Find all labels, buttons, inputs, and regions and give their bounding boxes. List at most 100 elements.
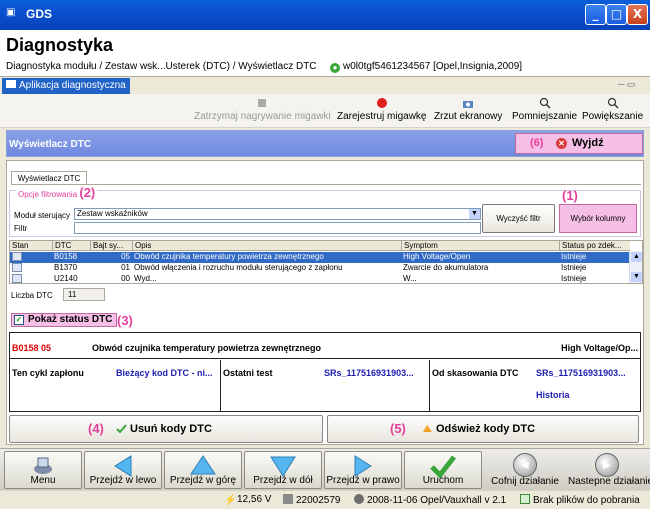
move-down-label: Przejdź w dół [253, 475, 313, 486]
dtc-count-value: 11 [63, 288, 105, 301]
module-select[interactable]: Zestaw wskaźników ▼ [74, 208, 481, 220]
row-dtc: B0158 [54, 252, 78, 261]
detail-symptom: High Voltage/Op... [561, 343, 638, 353]
app-tab-bar: Aplikacja diagnostyczna ─ ▭ [0, 76, 650, 94]
detail-description: Obwód czujnika temperatury powietrza zew… [92, 343, 322, 353]
row-status: Istnieje [561, 263, 587, 272]
minimize-button[interactable]: _ [585, 4, 606, 25]
dtc-count-label: Liczba DTC [11, 291, 53, 300]
move-right-button[interactable]: Przejdź w prawo [324, 451, 402, 489]
column-header-status[interactable]: Stan [12, 241, 28, 250]
scroll-up-icon[interactable]: ▲ [631, 252, 642, 262]
columns-callout-number: (1) [562, 188, 578, 203]
stop-recording-button[interactable]: Zatrzymaj nagrywanie migawki [194, 97, 331, 122]
close-button[interactable]: X [627, 4, 648, 25]
zoom-in-icon [607, 97, 619, 109]
row-symptom: W... [403, 274, 417, 283]
move-left-button[interactable]: Przejdź w lewo [84, 451, 162, 489]
vehicle-info: ● w0l0tgf5461234567 [Opel,Insignia,2009] [330, 61, 522, 73]
column-header-symptom[interactable]: Symptom [401, 241, 438, 250]
stop-recording-label: Zatrzymaj nagrywanie migawki [194, 111, 331, 122]
tab-diagnostic-app[interactable]: Aplikacja diagnostyczna [2, 78, 130, 94]
module-select-value: Zestaw wskaźników [77, 209, 148, 218]
menu-icon [34, 457, 52, 474]
column-header-description[interactable]: Opis [132, 241, 151, 250]
refresh-dtc-button[interactable]: (5) Odśwież kody DTC [327, 415, 639, 443]
maximize-button[interactable]: □ [606, 4, 627, 25]
disc-icon [354, 494, 364, 504]
row-dtc: U2140 [54, 274, 78, 283]
next-action-label: Nastepne działanie [568, 476, 650, 487]
vehicle-status-icon: ● [330, 63, 340, 73]
forward-icon: ▶ [595, 453, 619, 477]
dtc-panel: Wyświetlacz DTC Opcje filtrowania (2) Mo… [6, 160, 644, 445]
row-status-icon [12, 252, 22, 263]
tab-divider [11, 184, 641, 185]
refresh-dtc-label: Odśwież kody DTC [436, 423, 536, 435]
column-header-cleared-status[interactable]: Status po zdek... [559, 241, 630, 250]
last-test-value: SRs_117516931903... [324, 368, 414, 378]
table-header: Stan DTC Bajt sy... Opis Symptom Status … [10, 241, 630, 251]
row-byte: 01 [121, 263, 130, 272]
dtc-detail-panel: B0158 05 Obwód czujnika temperatury powi… [9, 332, 641, 412]
undo-button[interactable]: ◀ Cofnij działanie [490, 451, 560, 489]
zoom-out-button[interactable]: Pomniejszanie [512, 97, 577, 122]
tab-dtc-display[interactable]: Wyświetlacz DTC [11, 171, 87, 185]
filter-input[interactable] [74, 222, 481, 234]
since-clear-label: Od skasowania DTC [432, 368, 519, 378]
filter-legend: Opcje filtrowania (2) [16, 185, 98, 200]
select-columns-button[interactable]: Wybór kolumny [559, 204, 637, 233]
delete-dtc-label: Usuń kody DTC [130, 423, 212, 435]
clear-filter-button[interactable]: Wyczyść filtr [482, 204, 555, 233]
move-down-button[interactable]: Przejdź w dół [244, 451, 322, 489]
record-snapshot-button[interactable]: Zarejestruj migawkę [337, 97, 426, 122]
show-status-checkbox[interactable]: ✓ Pokaż status DTC [11, 313, 118, 327]
table-row[interactable]: U2140 00 Wyd... W... Istnieje [10, 274, 630, 283]
detail-dtc-code: B0158 05 [12, 343, 52, 353]
delete-dtc-button[interactable]: (4) Usuń kody DTC [9, 415, 323, 443]
move-up-label: Przejdź w górę [169, 475, 237, 486]
screenshot-button[interactable]: Zrzut ekranowy [434, 97, 502, 122]
page-header: Diagnostyka Diagnostyka modułu / Zestaw … [0, 30, 650, 76]
table-row[interactable]: B1370 01 Obwód włączenia i rozruchu modu… [10, 263, 630, 274]
menu-label: Menu [30, 475, 56, 486]
row-description: Obwód czujnika temperatury powietrza zew… [134, 252, 324, 261]
tab-label: Aplikacja diagnostyczna [19, 80, 126, 91]
row-dtc: B1370 [54, 263, 78, 272]
run-button[interactable]: Uruchom [404, 451, 482, 489]
row-description: Wyd... [134, 274, 157, 283]
row-status: Istnieje [561, 274, 587, 283]
since-clear-cell: Od skasowania DTC SRs_117516931903... Hi… [430, 360, 640, 411]
exit-button[interactable]: (6) ✕ Wyjdź [515, 133, 643, 154]
scroll-down-icon[interactable]: ▼ [631, 272, 642, 282]
checkbox-icon[interactable]: ✓ [14, 315, 24, 325]
move-up-button[interactable]: Przejdź w górę [164, 451, 242, 489]
chevron-down-icon[interactable]: ▼ [469, 209, 480, 219]
screenshot-label: Zrzut ekranowy [434, 111, 503, 122]
vehicle-label: w0l0tgf5461234567 [Opel,Insignia,2009] [343, 61, 523, 72]
zoom-in-button[interactable]: Powiększanie [582, 97, 643, 122]
table-row[interactable]: B0158 05 Obwód czujnika temperatury powi… [10, 252, 630, 263]
dtc-detail-header: B0158 05 Obwód czujnika temperatury powi… [10, 333, 640, 359]
window-icon [6, 80, 16, 88]
panel-window-controls[interactable]: ─ ▭ [618, 79, 635, 90]
run-label: Uruchom [422, 475, 464, 486]
exit-callout-number: (6) [530, 137, 544, 149]
history-link[interactable]: Historia [536, 390, 570, 400]
show-status-callout-number: (3) [117, 313, 133, 328]
column-header-byte[interactable]: Bajt sy... [90, 241, 132, 250]
filter-options-group: Opcje filtrowania (2) Moduł sterujący Ze… [9, 185, 641, 237]
download-status-value: Brak plików do pobrania [533, 495, 640, 506]
version-value: 2008-11-06 Opel/Vauxhall v 2.1 [367, 495, 507, 506]
menu-button[interactable]: Menu [4, 451, 82, 489]
row-symptom: High Voltage/Open [403, 252, 471, 261]
voltage-value: 12,56 V [237, 494, 272, 505]
next-action-button[interactable]: ▶ Nastepne działanie [568, 451, 650, 489]
column-header-dtc[interactable]: DTC [52, 241, 71, 250]
status-bar: ⚡12,56 V 22002579 2008-11-06 Opel/Vauxha… [0, 490, 650, 509]
download-status: Brak plików do pobrania [520, 494, 640, 506]
row-description: Obwód włączenia i rozruchu modułu steruj… [134, 263, 343, 272]
exit-icon: ✕ [556, 138, 567, 149]
table-scrollbar[interactable]: ▲ ▼ [629, 251, 642, 283]
camera-icon [463, 101, 474, 108]
